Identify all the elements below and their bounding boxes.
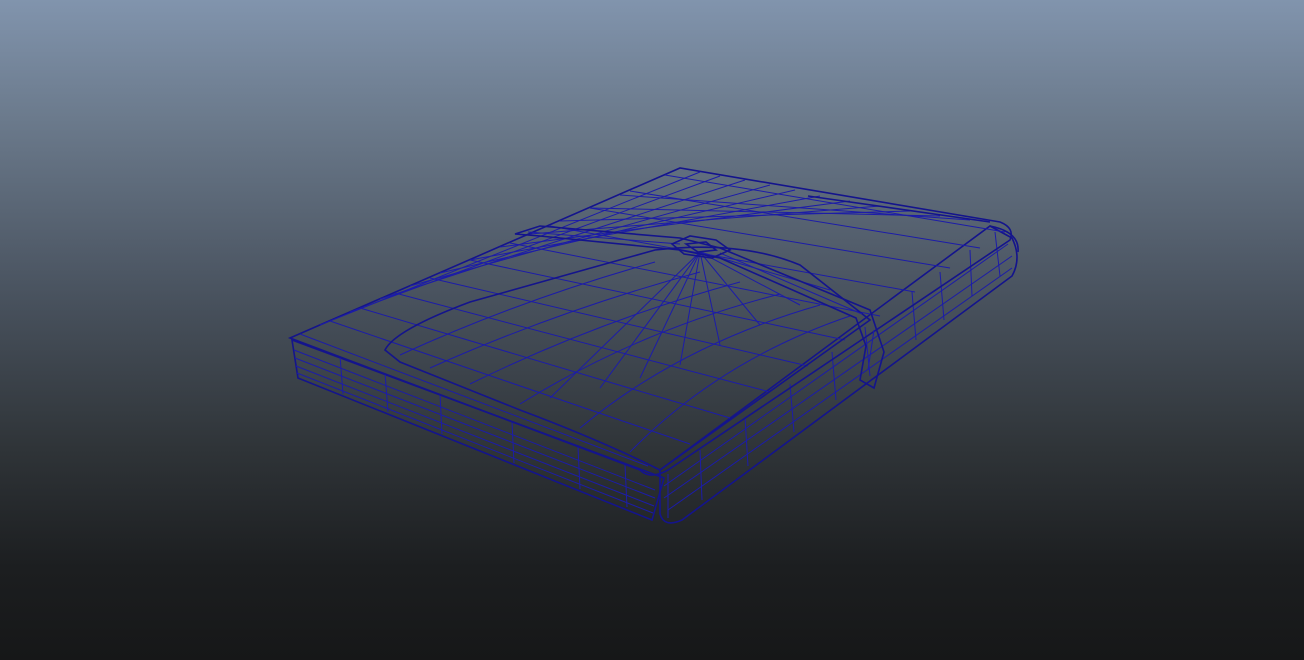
3d-viewport[interactable] [0,0,1304,660]
book-strap [514,225,885,390]
notebook-model[interactable] [0,0,1304,660]
book-cover [287,167,1013,476]
book-front-side [290,338,665,522]
